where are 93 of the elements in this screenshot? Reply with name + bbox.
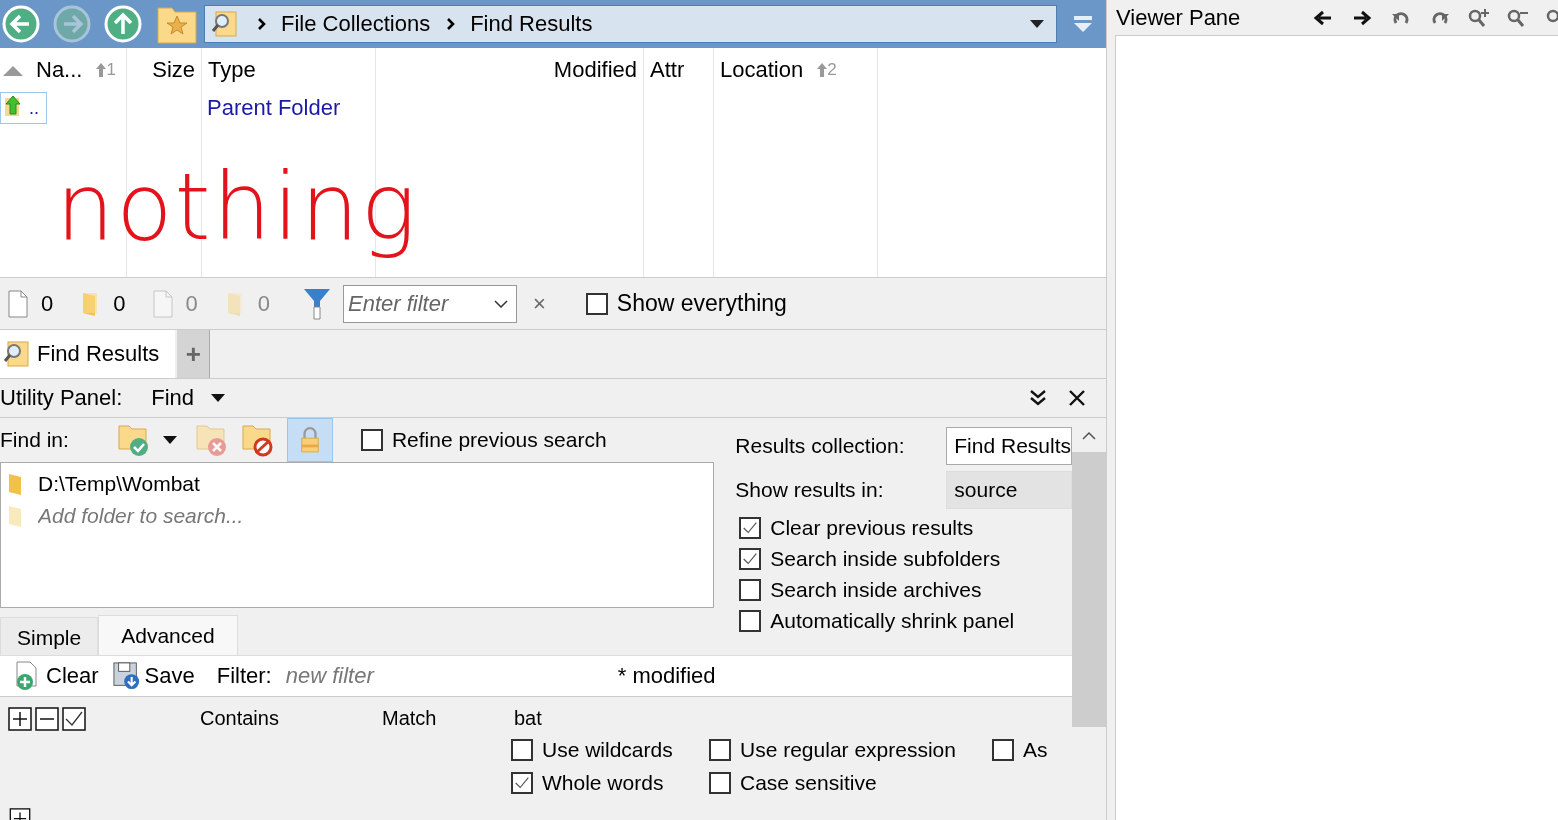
field-label: Show results in:	[735, 478, 885, 502]
dropdown-arrow-icon[interactable]	[1030, 20, 1044, 28]
item-count: 0	[185, 290, 198, 317]
parent-folder-icon	[3, 94, 23, 118]
caret-icon	[211, 394, 226, 402]
clause-value[interactable]: bat	[514, 706, 1072, 730]
filter-label: Filter:	[216, 662, 272, 689]
checkbox-label[interactable]: Use regular expression	[740, 738, 956, 763]
checkbox-label[interactable]: Search inside archives	[770, 577, 982, 602]
exclude-folder-icon[interactable]	[240, 423, 275, 457]
checkbox[interactable]	[585, 292, 608, 315]
save-button[interactable]: Save	[112, 660, 195, 691]
breadcrumb-item[interactable]: File Collections	[281, 11, 431, 37]
close-icon[interactable]	[1067, 388, 1087, 408]
clause-operator[interactable]: Match	[382, 706, 511, 800]
sort-order-indicator: 2	[817, 60, 837, 80]
up-button[interactable]	[103, 4, 143, 44]
checkbox[interactable]	[992, 739, 1014, 762]
column-header[interactable]: Modified	[553, 57, 637, 83]
item-count: 0	[257, 290, 270, 317]
checkbox-label[interactable]: Case sensitive	[740, 771, 877, 796]
folder-icon	[8, 504, 24, 528]
field-label: Results collection:	[735, 434, 906, 458]
file-icon	[8, 289, 28, 318]
folder-icon	[8, 472, 24, 496]
filter-funnel-icon[interactable]	[303, 286, 331, 321]
zoom-in-icon[interactable]	[1468, 7, 1490, 28]
tab[interactable]: Advanced	[98, 615, 238, 655]
check-box-icon[interactable]	[62, 706, 86, 731]
find-results-icon	[211, 10, 239, 38]
name-cell[interactable]: ..	[0, 92, 47, 124]
checkbox[interactable]	[739, 609, 762, 632]
padlock-icon	[298, 426, 321, 454]
clause-field[interactable]: Contains	[200, 706, 383, 800]
collapse-icon[interactable]	[1073, 14, 1093, 34]
clear-filter-button[interactable]: ×	[533, 290, 546, 317]
checkbox[interactable]	[511, 772, 533, 795]
checkbox-label[interactable]: Automatically shrink panel	[770, 608, 1015, 633]
sort-order-indicator: 1	[96, 60, 116, 80]
tab[interactable]: Simple	[0, 617, 99, 655]
filter-field[interactable]: Enter filter	[343, 284, 517, 323]
column-header[interactable]: Location	[720, 57, 804, 83]
modified-indicator: * modified	[617, 662, 716, 689]
filter-name-field[interactable]: new filter	[285, 662, 606, 689]
file-icon	[152, 289, 173, 318]
column-header[interactable]: Attr	[650, 57, 685, 83]
clear-button[interactable]: Clear	[14, 660, 99, 691]
handwritten-annotation: nothing	[56, 153, 419, 263]
dropdown-caret-icon[interactable]	[494, 299, 508, 308]
pane-title: Viewer Pane	[1116, 4, 1241, 31]
minus-box-icon[interactable]	[35, 706, 59, 731]
item-count: 0	[113, 290, 126, 317]
plus-box-icon[interactable]	[8, 807, 32, 820]
tab[interactable]: Find Results	[0, 330, 176, 378]
results-collection-field[interactable]: Find Results	[946, 427, 1072, 465]
find-in-label: Find in:	[0, 428, 69, 452]
address-bar[interactable]: File Collections Find Results	[204, 5, 1057, 43]
show-results-in-field[interactable]: source	[946, 471, 1072, 509]
dropdown-arrow-icon[interactable]	[162, 436, 177, 444]
column-header[interactable]: Na...	[36, 57, 83, 83]
scroll-up-icon[interactable]	[1082, 432, 1096, 440]
checkbox-label[interactable]: Show everything	[616, 290, 787, 317]
checkbox[interactable]	[739, 547, 762, 570]
checkbox-label[interactable]: Whole words	[542, 771, 664, 796]
column-header[interactable]: Size	[152, 57, 195, 83]
type-cell-text: Parent Folder	[206, 94, 342, 122]
chevron-icon	[446, 17, 457, 31]
checkbox[interactable]	[511, 739, 533, 762]
item-count: 0	[41, 290, 54, 317]
checkbox-label[interactable]: Clear previous results	[770, 515, 974, 540]
double-chevron-icon[interactable]	[1028, 388, 1048, 408]
folder-path[interactable]: D:\Temp\Wombat	[38, 472, 200, 496]
add-tab-button[interactable]: +	[177, 330, 211, 378]
panel-label: Utility Panel:	[0, 385, 123, 411]
checkbox[interactable]	[739, 516, 762, 539]
checkbox[interactable]	[739, 578, 762, 601]
checkbox[interactable]	[709, 772, 731, 795]
back-button[interactable]	[1, 4, 41, 44]
checkbox-label[interactable]: Search inside subfolders	[770, 546, 1001, 571]
checkbox[interactable]	[360, 429, 383, 451]
panel-mode-dropdown[interactable]: Find	[151, 385, 226, 411]
zoom-out-icon[interactable]	[1507, 7, 1529, 28]
sort-up-icon[interactable]	[3, 64, 23, 76]
find-results-icon	[3, 340, 31, 368]
checkbox[interactable]	[709, 739, 731, 762]
column-header[interactable]: Type	[208, 57, 256, 83]
chevron-icon	[257, 17, 267, 31]
checkbox-label[interactable]: As	[1023, 738, 1048, 763]
floppy-disk-icon	[112, 660, 141, 691]
plus-box-icon[interactable]	[8, 706, 32, 731]
breadcrumb-item[interactable]: Find Results	[470, 11, 593, 37]
checkbox-label[interactable]: Use wildcards	[542, 738, 673, 763]
checkbox-label[interactable]: Refine previous search	[391, 428, 607, 452]
